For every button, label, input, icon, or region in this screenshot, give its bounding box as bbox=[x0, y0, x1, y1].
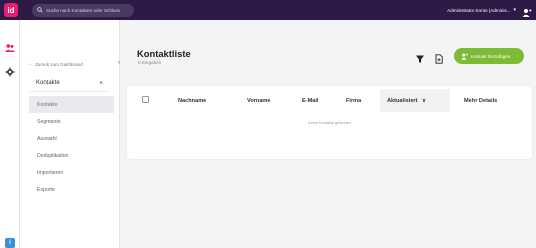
contacts-icon[interactable] bbox=[5, 40, 15, 52]
search-placeholder: Suche nach Kontakten oder Schluss bbox=[46, 7, 121, 13]
sub-sidebar: ← Zurück zum Dashboard ‹ Kontakte ∧ Kont… bbox=[20, 20, 120, 248]
settings-icon[interactable] bbox=[5, 64, 15, 77]
select-all-checkbox[interactable] bbox=[142, 96, 149, 103]
app-logo[interactable]: id bbox=[4, 3, 18, 17]
sidebar-item-deduplikation[interactable]: Deduplikation bbox=[29, 147, 114, 164]
column-mehr-details[interactable]: Mehr Details bbox=[464, 98, 497, 104]
sidebar-item-auswahl[interactable]: Auswahl bbox=[29, 130, 114, 147]
back-to-dashboard-link[interactable]: ← Zurück zum Dashboard bbox=[28, 61, 83, 67]
column-vorname[interactable]: Vorname bbox=[247, 98, 271, 104]
table-header: Nachname Vorname E-Mail Firma Aktualisie… bbox=[127, 86, 532, 116]
help-icon[interactable]: i bbox=[5, 238, 15, 248]
column-aktualisiert[interactable]: Aktualisiert ∨ bbox=[387, 98, 426, 104]
icon-rail: i bbox=[0, 20, 20, 248]
search-input[interactable]: Suche nach Kontakten oder Schluss bbox=[32, 3, 134, 17]
chevron-up-icon: ∧ bbox=[99, 80, 103, 86]
entry-count: 0 Eingaben bbox=[138, 60, 162, 65]
column-nachname[interactable]: Nachname bbox=[178, 98, 206, 104]
user-name: Administrator Konto (Adminis... bbox=[447, 7, 511, 13]
export-icon[interactable] bbox=[434, 51, 444, 64]
back-label: Zurück zum Dashboard bbox=[35, 61, 83, 67]
add-contact-button[interactable]: Kontakt hinzufügen bbox=[454, 48, 524, 64]
main-content: Kontaktliste 0 Eingaben Kontakt hinzufüg… bbox=[121, 20, 536, 248]
sidebar-item-exporte[interactable]: Exporte bbox=[29, 181, 114, 198]
sidebar-menu: Kontakte Segmente Auswahl Deduplikation … bbox=[29, 96, 114, 198]
user-menu[interactable]: Administrator Konto (Adminis... ▾ bbox=[447, 0, 516, 20]
filter-icon[interactable] bbox=[415, 51, 425, 63]
search-icon bbox=[36, 7, 43, 14]
user-icon[interactable] bbox=[522, 5, 532, 17]
section-label: Kontakte bbox=[36, 79, 60, 86]
chevron-down-icon: ▾ bbox=[513, 7, 516, 13]
column-email[interactable]: E-Mail bbox=[302, 98, 318, 104]
sort-chevron-icon: ∨ bbox=[422, 98, 427, 104]
add-user-icon bbox=[461, 47, 468, 65]
column-firma[interactable]: Firma bbox=[346, 98, 361, 104]
empty-message: Keine Kontakte gefunden bbox=[308, 121, 351, 125]
chevron-left-icon[interactable]: ‹ bbox=[118, 60, 120, 66]
sidebar-item-segmente[interactable]: Segmente bbox=[29, 113, 114, 130]
back-arrow-icon: ← bbox=[28, 61, 33, 67]
sidebar-item-importieren[interactable]: Importieren bbox=[29, 164, 114, 181]
contacts-table: Nachname Vorname E-Mail Firma Aktualisie… bbox=[127, 86, 532, 159]
section-kontakte[interactable]: Kontakte ∧ bbox=[29, 74, 109, 92]
top-bar: id Suche nach Kontakten oder Schluss Adm… bbox=[0, 0, 536, 20]
column-aktualisiert-label: Aktualisiert bbox=[387, 98, 418, 104]
page-title: Kontaktliste bbox=[137, 48, 191, 59]
add-contact-label: Kontakt hinzufügen bbox=[471, 53, 511, 59]
sidebar-item-kontakte[interactable]: Kontakte bbox=[29, 96, 114, 113]
